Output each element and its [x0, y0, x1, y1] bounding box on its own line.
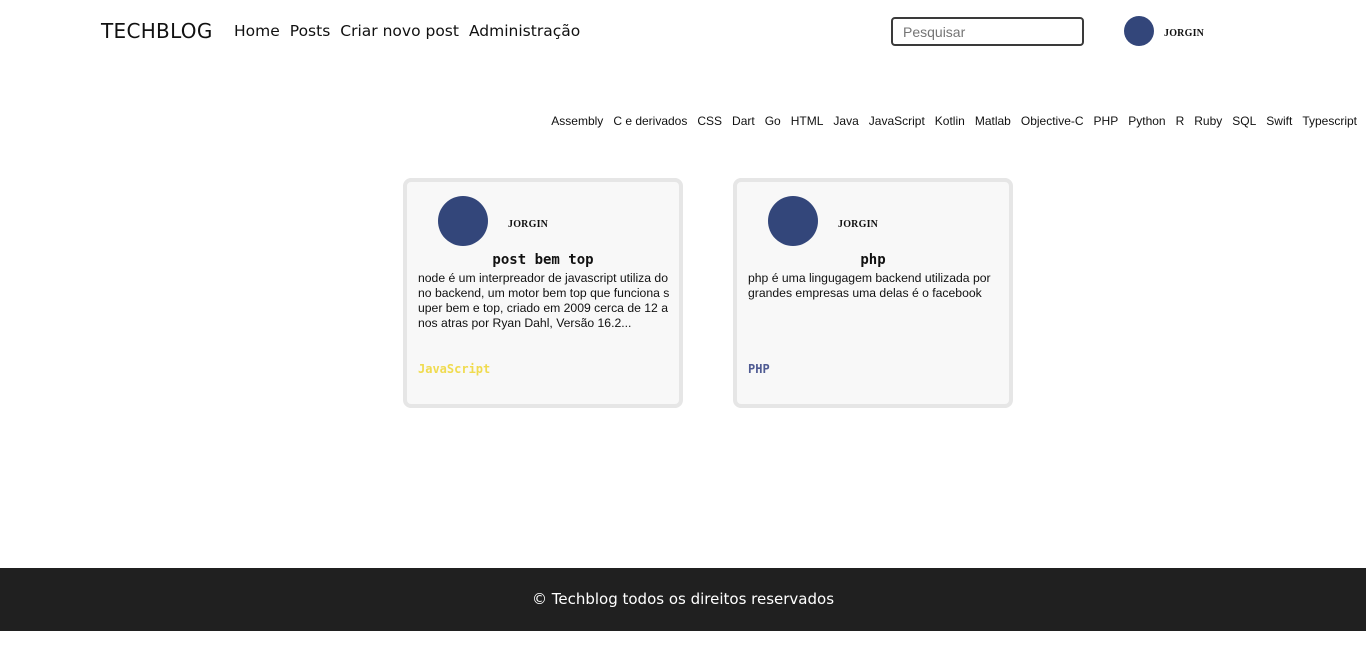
category-link[interactable]: HTML	[791, 114, 824, 128]
post-excerpt: node é um interpreador de javascript uti…	[418, 271, 670, 330]
category-link[interactable]: SQL	[1232, 114, 1256, 128]
post-tag[interactable]: JavaScript	[418, 362, 490, 376]
site-logo[interactable]: TECHBLOG	[101, 19, 213, 43]
author-avatar	[438, 196, 488, 246]
post-title[interactable]: php	[737, 252, 1009, 268]
post-card[interactable]: JORGIN php php é uma lingugagem backend …	[733, 178, 1013, 408]
category-link[interactable]: Typescript	[1302, 114, 1357, 128]
category-link[interactable]: CSS	[697, 114, 722, 128]
post-card[interactable]: JORGIN post bem top node é um interpread…	[403, 178, 683, 408]
category-link[interactable]: Ruby	[1194, 114, 1222, 128]
category-link[interactable]: PHP	[1094, 114, 1119, 128]
post-excerpt: php é uma lingugagem backend utilizada p…	[748, 271, 991, 300]
category-filter-bar: Assembly C e derivados CSS Dart Go HTML …	[551, 114, 1357, 128]
category-link[interactable]: R	[1176, 114, 1185, 128]
post-author: JORGIN	[508, 219, 549, 230]
post-tag[interactable]: PHP	[748, 362, 770, 376]
category-link[interactable]: Java	[833, 114, 858, 128]
category-link[interactable]: C e derivados	[613, 114, 687, 128]
main-nav: Home Posts Criar novo post Administração	[234, 22, 590, 40]
category-link[interactable]: JavaScript	[869, 114, 925, 128]
category-link[interactable]: Matlab	[975, 114, 1011, 128]
author-avatar	[768, 196, 818, 246]
search-input[interactable]	[891, 17, 1084, 46]
username-label: JORGIN	[1164, 27, 1205, 39]
user-menu[interactable]: JORGIN	[1124, 16, 1204, 46]
post-title[interactable]: post bem top	[407, 252, 679, 268]
post-author: JORGIN	[838, 219, 879, 230]
category-link[interactable]: Dart	[732, 114, 755, 128]
category-link[interactable]: Objective-C	[1021, 114, 1084, 128]
nav-posts-link[interactable]: Posts	[290, 22, 331, 40]
category-link[interactable]: Assembly	[551, 114, 603, 128]
user-avatar[interactable]	[1124, 16, 1154, 46]
footer: © Techblog todos os direitos reservados	[0, 568, 1366, 631]
nav-admin-link[interactable]: Administração	[469, 22, 580, 40]
nav-home-link[interactable]: Home	[234, 22, 280, 40]
nav-new-post-link[interactable]: Criar novo post	[340, 22, 459, 40]
copyright-text: © Techblog todos os direitos reservados	[531, 590, 835, 608]
category-link[interactable]: Python	[1128, 114, 1165, 128]
category-link[interactable]: Swift	[1266, 114, 1292, 128]
top-navbar: TECHBLOG Home Posts Criar novo post Admi…	[0, 0, 1366, 64]
category-link[interactable]: Kotlin	[935, 114, 965, 128]
category-link[interactable]: Go	[765, 114, 781, 128]
